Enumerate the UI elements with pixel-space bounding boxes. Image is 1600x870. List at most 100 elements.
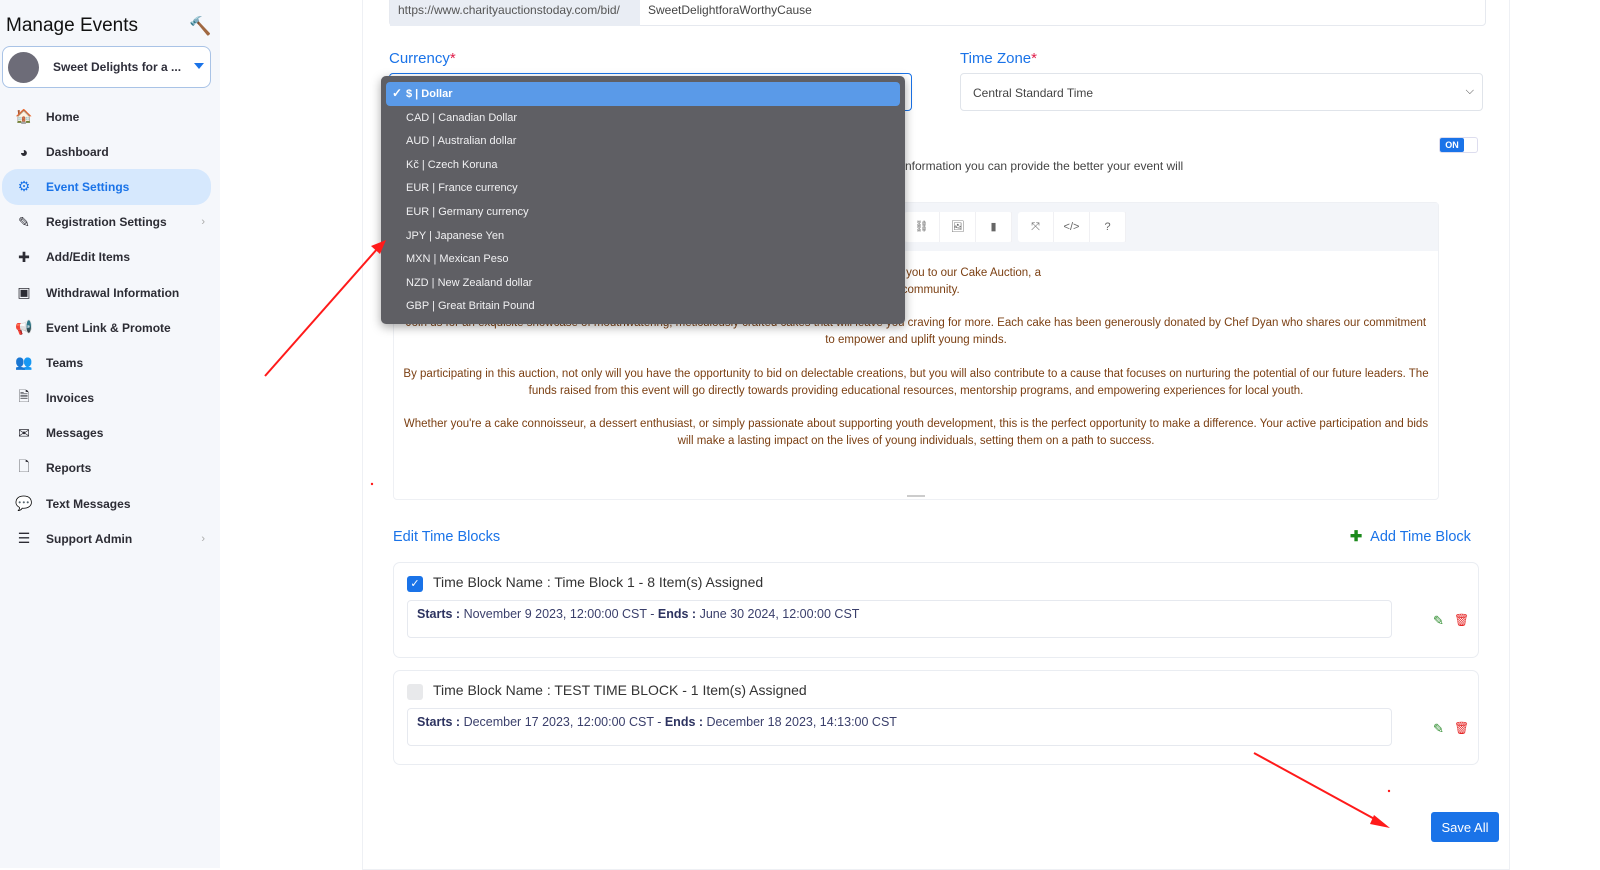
currency-option-label: EUR | Germany currency <box>406 205 529 218</box>
sidebar-nav: 🏠 Home ◕ Dashboard ⚙ Event Settings ✎ Registrat… <box>2 99 211 556</box>
time-block-name-value: TEST TIME BLOCK - 1 Item(s) Assigned <box>554 682 807 698</box>
sidebar-item-add-edit-items[interactable]: ✚ Add/Edit Items <box>2 240 211 275</box>
sidebar-item-label: Teams <box>46 355 84 370</box>
currency-label: Currency* <box>389 50 456 67</box>
editor-paragraph: Whether you're a cake connoisseur, a des… <box>403 418 1429 447</box>
text-messages-icon: 💬 <box>15 495 33 512</box>
time-block-name-value: Time Block 1 - 8 Item(s) Assigned <box>554 574 764 590</box>
currency-option-label: $ | Dollar <box>406 88 453 100</box>
currency-option-label: JPY | Japanese Yen <box>406 229 505 242</box>
currency-option[interactable]: MXN | Mexican Peso <box>386 247 900 271</box>
gavel-icon[interactable]: 🔨 <box>189 16 211 37</box>
plus-icon: ✚ <box>1350 529 1363 545</box>
timezone-label: Time Zone* <box>960 50 1037 67</box>
link-icon[interactable]: ⛓ <box>904 212 940 242</box>
toggle-switch[interactable]: ON <box>1439 137 1478 153</box>
time-block-dates: Starts : November 9 2023, 12:00:00 CST -… <box>407 600 1392 638</box>
event-settings-icon: ⚙ <box>17 178 31 195</box>
timezone-select[interactable]: Central Standard Time ⌵ <box>960 73 1483 111</box>
sidebar-item-label: Text Messages <box>46 496 131 511</box>
dashboard-icon: ◕ <box>19 143 29 160</box>
teams-icon: 👥 <box>15 354 33 371</box>
trash-icon[interactable]: 🗑 <box>1454 721 1469 735</box>
event-selector[interactable]: Sweet Delights for a ... <box>2 46 211 88</box>
toggle-on-label: ON <box>1440 138 1464 152</box>
sidebar-item-reports[interactable]: 🗋 Reports <box>2 451 211 486</box>
pencil-icon[interactable]: ✎ <box>1433 613 1444 629</box>
currency-option-label: GBP | Great Britain Pound <box>406 300 535 313</box>
time-block-checkbox[interactable]: ✓ <box>407 576 423 592</box>
sidebar-item-label: Reports <box>46 461 92 476</box>
sidebar-item-event-settings[interactable]: ⚙ Event Settings <box>2 169 211 205</box>
messages-icon: ✉ <box>18 424 30 441</box>
sidebar-item-messages[interactable]: ✉ Messages <box>2 416 211 451</box>
sidebar-item-home[interactable]: 🏠 Home <box>2 99 211 134</box>
currency-option[interactable]: EUR | Germany currency <box>386 200 900 224</box>
currency-option[interactable]: ✓ $ | Dollar <box>386 82 900 106</box>
currency-option[interactable]: CAD | Canadian Dollar <box>386 106 900 130</box>
support-admin-icon: ☰ <box>17 530 31 547</box>
starts-label: Starts : <box>417 607 461 621</box>
sidebar-item-registration-settings[interactable]: ✎ Registration Settings › <box>2 205 211 240</box>
url-prefix: https://www.charityauctionstoday.com/bid… <box>390 0 640 26</box>
sidebar-item-text-messages[interactable]: 💬 Text Messages <box>2 486 211 521</box>
toolbar-group-view: ⤧ </>? <box>1018 212 1126 242</box>
currency-option[interactable]: Kč | Czech Koruna <box>386 153 900 177</box>
starts-value: December 17 2023, 12:00:00 CST <box>463 715 654 729</box>
caret-down-icon <box>194 63 204 69</box>
currency-option[interactable]: JPY | Japanese Yen <box>386 224 900 248</box>
event-avatar <box>8 52 39 83</box>
video-icon[interactable]: ▮ <box>976 212 1012 242</box>
sidebar-item-event-link-promote[interactable]: 📢 Event Link & Promote <box>2 310 211 345</box>
image-icon[interactable]: 🖼 <box>940 212 976 242</box>
url-slug-input[interactable]: SweetDelightforaWorthyCause <box>648 3 812 17</box>
sidebar-item-label: Home <box>46 109 80 124</box>
currency-label-text: Currency <box>389 50 450 67</box>
sidebar-item-teams[interactable]: 👥 Teams <box>2 345 211 380</box>
event-url-field: https://www.charityauctionstoday.com/bid… <box>389 0 1486 26</box>
sidebar-item-label: Event Settings <box>46 179 130 194</box>
add-time-block-button[interactable]: ✚ Add Time Block <box>1350 529 1471 545</box>
time-block-checkbox[interactable] <box>407 684 423 700</box>
currency-option-label: Kč | Czech Koruna <box>406 158 498 171</box>
starts-label: Starts : <box>417 715 461 729</box>
sidebar-item-support-admin[interactable]: ☰ Support Admin › <box>2 521 211 556</box>
currency-option[interactable]: GBP | Great Britain Pound <box>386 294 900 318</box>
sidebar-item-label: Add/Edit Items <box>46 250 131 265</box>
description-hint: nformation you can provide the better yo… <box>905 159 1184 173</box>
sidebar-item-label: Messages <box>46 426 104 441</box>
currency-option[interactable]: EUR | France currency <box>386 176 900 200</box>
required-mark: * <box>449 50 456 67</box>
time-block-name: Time Block Name : TEST TIME BLOCK - 1 It… <box>433 682 807 698</box>
event-name: Sweet Delights for a ... <box>53 60 182 74</box>
required-mark: * <box>1031 50 1037 67</box>
time-block-card: Time Block Name : TEST TIME BLOCK - 1 It… <box>393 670 1479 765</box>
home-icon: 🏠 <box>15 108 33 125</box>
editor-paragraph: By participating in this auction, not on… <box>403 367 1429 397</box>
starts-value: November 9 2023, 12:00:00 CST <box>463 607 647 621</box>
save-all-button[interactable]: Save All <box>1431 812 1499 842</box>
sidebar: Manage Events 🔨 Sweet Delights for a ...… <box>0 0 220 868</box>
fullscreen-icon[interactable]: ⤧ <box>1018 212 1054 242</box>
sidebar-item-withdrawal-information[interactable]: ▣ Withdrawal Information <box>2 275 211 310</box>
trash-icon[interactable]: 🗑 <box>1454 613 1469 627</box>
time-block-card: ✓ Time Block Name : Time Block 1 - 8 Item… <box>393 562 1479 658</box>
currency-option[interactable]: NZD | New Zealand dollar <box>386 271 900 295</box>
sidebar-item-dashboard[interactable]: ◕ Dashboard <box>2 134 211 169</box>
check-icon: ✓ <box>392 86 403 100</box>
sidebar-item-label: Withdrawal Information <box>46 285 180 300</box>
sidebar-item-label: Invoices <box>46 391 95 406</box>
sidebar-item-invoices[interactable]: 🗎 Invoices <box>2 381 211 416</box>
currency-option[interactable]: AUD | Australian dollar <box>386 129 900 153</box>
code-view-icon[interactable]: </> <box>1054 212 1090 242</box>
currency-option-label: MXN | Mexican Peso <box>406 253 509 266</box>
event-link-promote-icon: 📢 <box>15 319 33 336</box>
time-block-name: Time Block Name : Time Block 1 - 8 Item(… <box>433 574 763 590</box>
currency-option-label: AUD | Australian dollar <box>406 135 517 148</box>
pencil-icon[interactable]: ✎ <box>1433 721 1444 737</box>
resize-handle[interactable] <box>907 495 925 497</box>
chevron-right-icon: › <box>201 532 205 545</box>
sidebar-item-label: Registration Settings <box>46 215 167 230</box>
sidebar-item-label: Support Admin <box>46 531 133 546</box>
help-icon[interactable]: ? <box>1090 212 1126 242</box>
